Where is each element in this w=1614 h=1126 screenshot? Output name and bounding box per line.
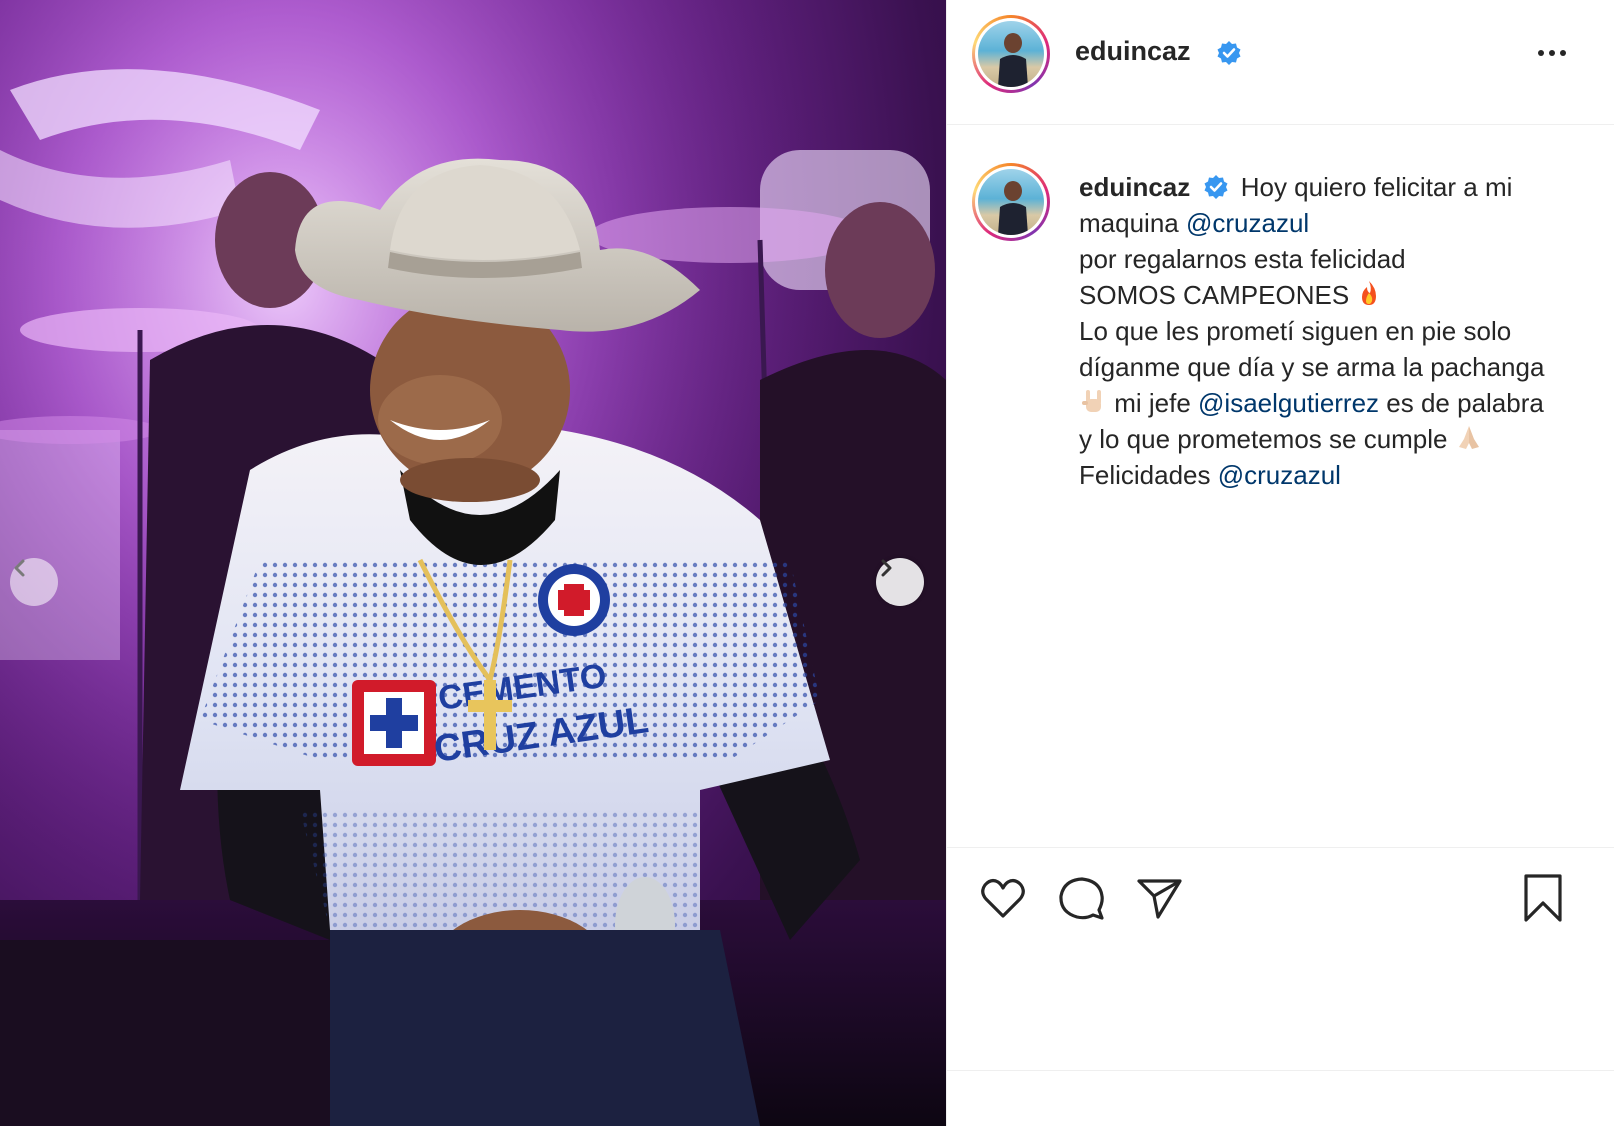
post-header: eduincaz xyxy=(947,0,1614,125)
avatar-image xyxy=(978,21,1044,87)
caption-text: es de palabra xyxy=(1379,388,1544,418)
caption-line: mi jefe @isaelgutierrez es de palabra xyxy=(1079,385,1599,421)
concert-photo-illustration: CEMENTO CRUZ AZUL xyxy=(0,0,946,1126)
profile-person-icon xyxy=(998,33,1028,87)
post-author-username[interactable]: eduincaz xyxy=(1075,36,1191,67)
verified-badge-icon xyxy=(1204,175,1228,199)
post-caption: eduincaz Hoy quiero felicitar a mi maqui… xyxy=(1079,169,1599,493)
caption-text: maquina xyxy=(1079,208,1186,238)
more-dot-icon xyxy=(1538,50,1544,56)
caption-text: SOMOS CAMPEONES xyxy=(1079,280,1357,310)
caption-text: Hoy quiero felicitar a mi xyxy=(1240,172,1513,202)
post-photo[interactable]: CEMENTO CRUZ AZUL xyxy=(0,0,946,1126)
mention-link[interactable]: @cruzazul xyxy=(1186,208,1309,238)
profile-person-icon xyxy=(998,181,1028,235)
avatar-image xyxy=(978,169,1044,235)
share-button[interactable] xyxy=(1133,872,1185,924)
comment-button[interactable] xyxy=(1055,872,1107,924)
caption-line: eduincaz Hoy quiero felicitar a mi xyxy=(1079,169,1599,205)
caption-line: SOMOS CAMPEONES xyxy=(1079,277,1599,313)
caption-section: eduincaz Hoy quiero felicitar a mi maqui… xyxy=(947,125,1614,847)
like-button[interactable] xyxy=(977,872,1029,924)
divider xyxy=(947,1070,1614,1071)
folded-hands-emoji-icon xyxy=(1458,426,1479,449)
comment-icon xyxy=(1059,877,1104,920)
caption-line: Lo que les prometí siguen en pie solo xyxy=(1079,316,1512,346)
fire-emoji-icon xyxy=(1362,281,1377,305)
save-button[interactable] xyxy=(1517,872,1569,924)
more-dot-icon xyxy=(1560,50,1566,56)
mention-link[interactable]: @isaelgutierrez xyxy=(1198,388,1379,418)
caption-text: mi jefe xyxy=(1107,388,1199,418)
more-options-button[interactable] xyxy=(1527,38,1577,68)
caption-line: Felicidades @cruzazul xyxy=(1079,457,1599,493)
caption-line: maquina @cruzazul xyxy=(1079,205,1599,241)
chevron-right-icon xyxy=(881,559,892,577)
caption-line: por regalarnos esta felicidad xyxy=(1079,244,1406,274)
sign-of-horns-emoji-icon xyxy=(1082,390,1101,412)
caption-text: y lo que prometemos se cumple xyxy=(1079,424,1455,454)
caption-line: y lo que prometemos se cumple xyxy=(1079,421,1599,457)
caption-text: Felicidades xyxy=(1079,460,1218,490)
bookmark-icon xyxy=(1524,874,1562,922)
avatar[interactable] xyxy=(972,15,1050,93)
caption-avatar[interactable] xyxy=(972,163,1050,241)
caption-author-username[interactable]: eduincaz xyxy=(1079,172,1190,202)
verified-badge-icon xyxy=(1217,41,1241,65)
carousel-next-button[interactable] xyxy=(876,558,924,606)
heart-icon xyxy=(981,878,1025,918)
mention-link[interactable]: @cruzazul xyxy=(1218,460,1341,490)
more-dot-icon xyxy=(1549,50,1555,56)
caption-line: díganme que día y se arma la pachanga xyxy=(1079,352,1545,382)
post-sidebar: eduincaz eduincaz Hoy quiero felicitar a… xyxy=(946,0,1614,1126)
chevron-left-icon xyxy=(14,559,25,577)
paper-plane-icon xyxy=(1137,879,1182,919)
carousel-prev-button[interactable] xyxy=(10,558,58,606)
post-actions xyxy=(947,847,1614,1067)
